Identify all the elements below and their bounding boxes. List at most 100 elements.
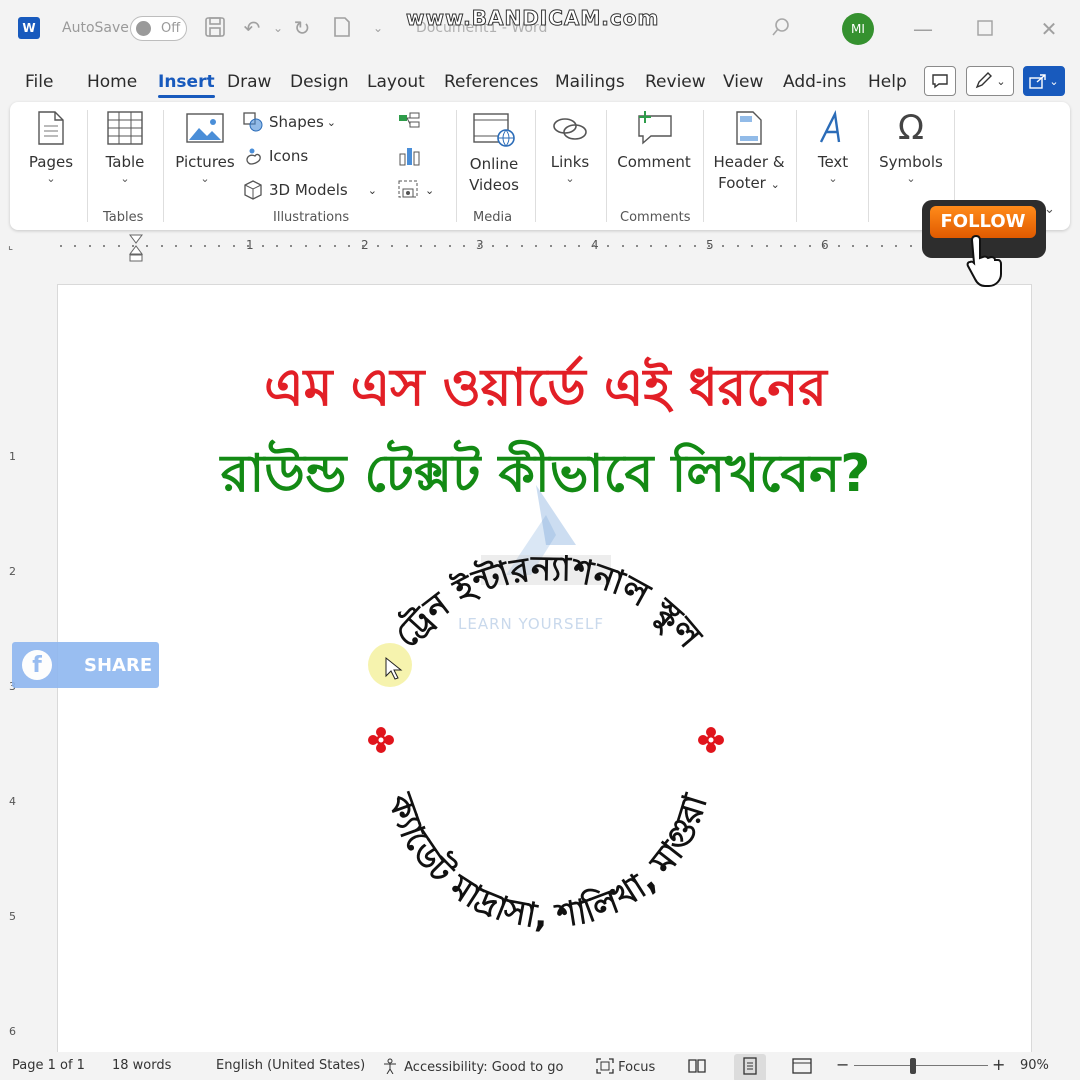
comment-button[interactable]: Comment xyxy=(616,110,692,173)
read-mode-icon[interactable] xyxy=(688,1058,706,1078)
ruler-tick xyxy=(434,245,437,247)
ruler-tick xyxy=(304,245,307,247)
share-label: SHARE xyxy=(84,654,153,676)
table-button[interactable]: Table ⌄ xyxy=(100,110,150,185)
shapes-button[interactable]: Shapes ⌄ xyxy=(243,112,336,132)
ribbon-separator xyxy=(456,110,457,222)
maximize-icon[interactable] xyxy=(970,14,1000,44)
3d-models-label: 3D Models xyxy=(269,181,348,199)
ruler-tick xyxy=(564,245,566,247)
tab-references[interactable]: References xyxy=(444,72,538,92)
ribbon-separator xyxy=(796,110,797,222)
zoom-slider-thumb[interactable] xyxy=(910,1058,916,1074)
media-group-label: Media xyxy=(473,210,513,225)
accessibility-status[interactable]: Accessibility: Good to go xyxy=(382,1058,563,1075)
ribbon-separator xyxy=(868,110,869,222)
focus-button[interactable]: Focus xyxy=(596,1058,655,1075)
round-text-artwork[interactable]: ট্রেন ইন্টারন্যাশনাল স্কুল ক্যাডেট মাদ্র… xyxy=(348,550,748,950)
tab-review[interactable]: Review xyxy=(645,72,706,92)
ruler-tick xyxy=(823,245,826,247)
tab-file[interactable]: File xyxy=(25,72,53,92)
web-layout-icon[interactable] xyxy=(792,1058,812,1078)
customize-toolbar-icon[interactable]: ⌄ xyxy=(366,16,390,40)
screenshot-icon xyxy=(398,180,418,198)
icons-icon xyxy=(246,148,261,165)
text-label: Text xyxy=(817,153,849,171)
ruler-tick xyxy=(405,245,408,247)
document-page[interactable]: এম এস ওয়ার্ডে এই ধরনের রাউন্ড টেক্সট কী… xyxy=(57,284,1032,1054)
3d-models-button[interactable]: 3D Models ⌄ xyxy=(243,180,377,200)
comments-button[interactable] xyxy=(924,66,956,96)
minimize-icon[interactable]: — xyxy=(908,14,938,44)
horizontal-ruler[interactable]: ⌞ 1 2 3 4 5 6 xyxy=(8,234,1070,262)
shapes-label: Shapes xyxy=(269,113,324,131)
ruler-tick xyxy=(276,245,278,247)
icons-button[interactable]: Icons xyxy=(243,146,308,166)
tab-stop-icon[interactable]: ⌞ xyxy=(8,239,13,252)
ruler-number: 6 xyxy=(9,1025,16,1038)
header-footer-button[interactable]: Header & Footer ⌄ xyxy=(710,110,788,195)
symbols-button[interactable]: Ω Symbols ⌄ xyxy=(876,110,946,185)
ruler-tick xyxy=(74,245,77,247)
ruler-tick xyxy=(348,245,350,247)
screenshot-button[interactable]: ⌄ xyxy=(398,180,434,200)
chevron-down-icon: ⌄ xyxy=(326,115,337,129)
ribbon-insert: Pages ⌄ Table ⌄ Tables Pictures ⌄ Shapes… xyxy=(10,102,1070,230)
comment-label: Comment xyxy=(617,153,691,171)
save-icon[interactable] xyxy=(203,16,227,40)
tab-insert[interactable]: Insert xyxy=(158,72,215,98)
smartart-button[interactable] xyxy=(398,112,420,132)
user-avatar[interactable]: MI xyxy=(842,13,874,45)
tab-layout[interactable]: Layout xyxy=(367,72,425,92)
facebook-share-button[interactable]: f SHARE xyxy=(12,642,159,688)
tab-draw[interactable]: Draw xyxy=(227,72,271,92)
ribbon-separator xyxy=(703,110,704,222)
undo-icon[interactable]: ↶ xyxy=(240,16,264,40)
pictures-button[interactable]: Pictures ⌄ xyxy=(173,110,237,185)
language-status[interactable]: English (United States) xyxy=(216,1058,365,1073)
tab-add-ins[interactable]: Add-ins xyxy=(783,72,846,92)
undo-dropdown-icon[interactable]: ⌄ xyxy=(266,16,290,40)
autosave-state: Off xyxy=(161,21,181,36)
tab-mailings[interactable]: Mailings xyxy=(555,72,625,92)
editing-mode-button[interactable]: ⌄ xyxy=(966,66,1014,96)
chart-button[interactable] xyxy=(398,146,420,166)
ruler-number: 2 xyxy=(9,565,16,578)
ruler-tick xyxy=(463,245,466,247)
redo-icon[interactable]: ↻ xyxy=(290,16,314,40)
online-videos-button[interactable]: Online Videos xyxy=(464,110,524,196)
pages-button[interactable]: Pages ⌄ xyxy=(26,110,76,185)
print-preview-icon[interactable] xyxy=(330,16,354,40)
ruler-tick xyxy=(880,245,883,247)
close-icon[interactable]: ✕ xyxy=(1034,14,1064,44)
ruler-tick xyxy=(247,245,250,247)
links-button[interactable]: Links ⌄ xyxy=(545,110,595,185)
ruler-tick xyxy=(808,245,811,247)
ruler-tick xyxy=(117,245,120,247)
tab-help[interactable]: Help xyxy=(868,72,907,92)
ruler-tick xyxy=(736,245,739,247)
shapes-icon xyxy=(243,112,263,132)
ruler-tick xyxy=(103,245,106,247)
print-layout-icon[interactable] xyxy=(734,1054,766,1080)
zoom-out-icon[interactable]: − xyxy=(836,1055,849,1074)
search-icon[interactable] xyxy=(770,16,792,43)
zoom-slider[interactable] xyxy=(854,1065,988,1066)
word-count[interactable]: 18 words xyxy=(112,1058,171,1073)
menu-bar: File Home Insert Draw Design Layout Refe… xyxy=(0,62,1080,102)
illustrations-group-label: Illustrations xyxy=(273,210,350,225)
zoom-level[interactable]: 90% xyxy=(1020,1058,1049,1073)
tab-design[interactable]: Design xyxy=(290,72,349,92)
cube-icon xyxy=(244,180,262,200)
autosave-toggle[interactable]: Off xyxy=(130,16,187,41)
text-button[interactable]: Text ⌄ xyxy=(808,110,858,185)
share-button[interactable]: ⌄ xyxy=(1023,66,1065,96)
zoom-in-icon[interactable]: + xyxy=(992,1055,1005,1074)
chevron-down-icon: ⌄ xyxy=(565,172,575,185)
indent-marker-icon[interactable] xyxy=(128,234,144,264)
page-count[interactable]: Page 1 of 1 xyxy=(12,1058,85,1073)
vertical-ruler[interactable]: 1 2 3 4 5 6 xyxy=(4,340,22,1050)
tab-view[interactable]: View xyxy=(723,72,763,92)
omega-icon: Ω xyxy=(898,108,924,148)
tab-home[interactable]: Home xyxy=(87,72,137,92)
